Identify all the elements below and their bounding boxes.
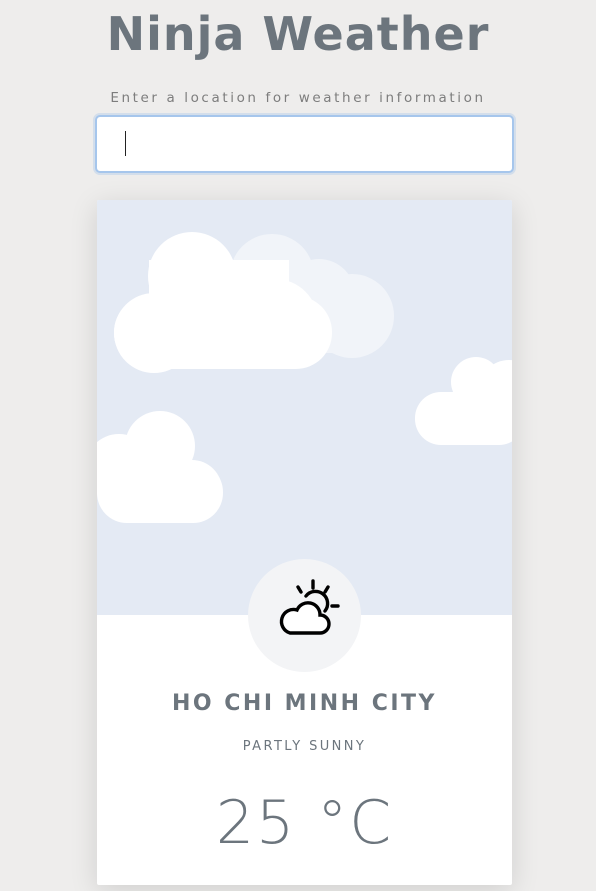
weather-icon-badge	[248, 559, 361, 672]
sky-clouds-background	[97, 200, 512, 615]
app-title: Ninja Weather	[106, 7, 490, 61]
location-input[interactable]	[95, 115, 514, 173]
weather-condition: PARTLY SUNNY	[242, 739, 367, 754]
text-caret	[125, 131, 126, 156]
temperature: 25 °C	[215, 788, 394, 858]
weather-app: Ninja Weather Enter a location for weath…	[0, 0, 596, 891]
weather-card: HO CHI MINH CITY PARTLY SUNNY 25 °C	[97, 200, 512, 885]
city-name: HO CHI MINH CITY	[171, 691, 437, 716]
partly-sunny-icon	[279, 579, 340, 635]
location-prompt: Enter a location for weather information	[110, 90, 486, 106]
